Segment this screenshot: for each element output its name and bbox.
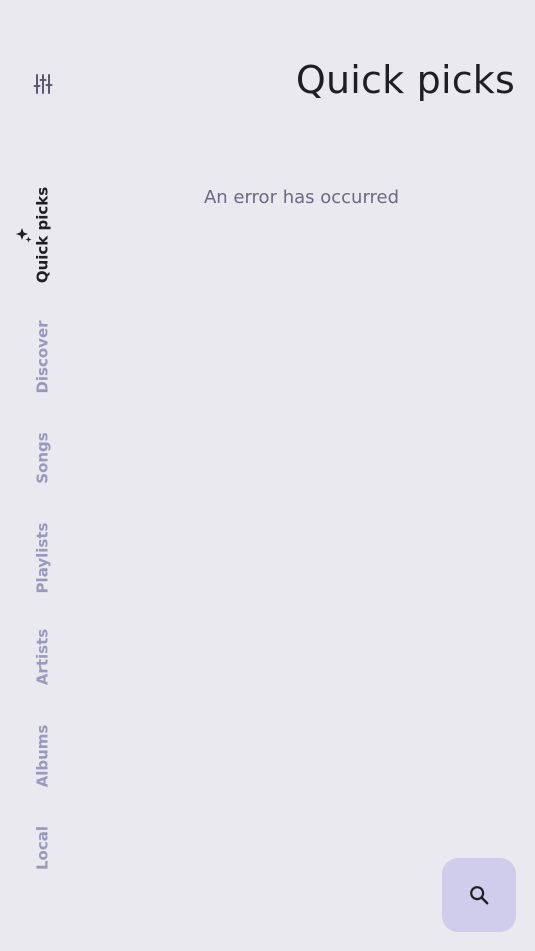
sparkle-icon [16,228,32,243]
search-icon [470,886,489,905]
page-title: Quick picks [295,58,515,102]
nav-item-songs[interactable]: Songs [34,432,52,483]
search-button[interactable] [442,858,516,932]
nav-item-quick-picks[interactable]: Quick picks [34,187,52,283]
nav-item-discover[interactable]: Discover [34,320,52,393]
error-message: An error has occurred [203,187,400,208]
nav-item-albums[interactable]: Albums [34,725,52,788]
settings-button[interactable] [31,72,55,96]
tune-icon [33,74,53,94]
nav-item-playlists[interactable]: Playlists [34,523,52,594]
nav-item-local[interactable]: Local [34,826,52,870]
nav-item-artists[interactable]: Artists [34,629,52,685]
